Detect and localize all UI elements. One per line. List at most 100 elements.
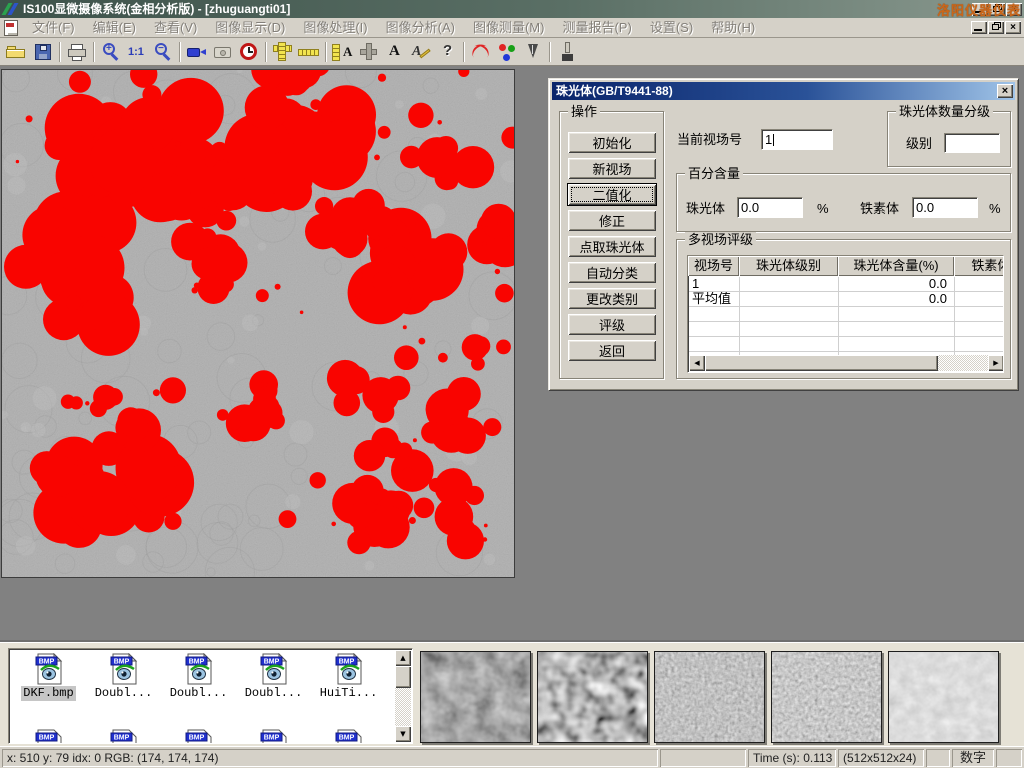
operation-button[interactable]: 点取珠光体 — [568, 236, 656, 257]
pearlite-percent-input[interactable]: 0.0 — [737, 197, 803, 218]
count-labels-icon[interactable] — [494, 40, 520, 64]
pen-tool-icon[interactable] — [520, 40, 546, 64]
current-view-label: 当前视场号 — [677, 132, 742, 147]
menu-item[interactable]: 测量报告(P) — [553, 18, 640, 38]
file-item[interactable]: BMP Doubl... — [86, 653, 161, 701]
open-file-icon[interactable] — [4, 40, 30, 64]
text-annotation-icon[interactable] — [382, 40, 408, 64]
metallographic-image-binarized[interactable] — [1, 69, 515, 578]
thumbnail-2[interactable] — [537, 651, 648, 743]
operation-button[interactable]: 修正 — [568, 210, 656, 231]
file-item[interactable]: BMP Doubl... — [161, 653, 236, 701]
thumbnail-5[interactable] — [888, 651, 999, 743]
table-row[interactable]: 平均值 0.0 — [689, 292, 1004, 307]
menu-item[interactable]: 图像分析(A) — [377, 18, 464, 38]
percent-group: 百分含量 珠光体 0.0 % 铁素体 0.0 % — [676, 173, 1011, 232]
thumbnail-3[interactable] — [654, 651, 765, 743]
operation-button[interactable]: 返回 — [568, 340, 656, 361]
dialog-title: 珠光体(GB/T9441-88) — [556, 82, 673, 100]
menu-item[interactable]: 图像显示(D) — [206, 18, 294, 38]
thumbnail-1[interactable] — [420, 651, 531, 743]
table-header-cell[interactable]: 铁素体含量(%) — [954, 256, 1004, 276]
file-item[interactable]: BMP — [236, 729, 311, 744]
curve-tool-icon[interactable] — [468, 40, 494, 64]
photo-capture-icon[interactable] — [210, 40, 236, 64]
scroll-right-button[interactable]: ▶ — [988, 355, 1004, 371]
mdi-minimize-button[interactable] — [971, 21, 987, 34]
operation-button[interactable]: 自动分类 — [568, 262, 656, 283]
menu-item[interactable]: 图像测量(M) — [464, 18, 554, 38]
file-item[interactable]: BMP Doubl... — [236, 653, 311, 701]
bmp-file-icon: BMP — [334, 729, 364, 744]
save-icon[interactable] — [30, 40, 56, 64]
merge-icon[interactable] — [356, 40, 382, 64]
table-row[interactable]: 1 0.0 — [689, 277, 1004, 292]
video-capture-icon[interactable] — [184, 40, 210, 64]
file-item[interactable]: BMP — [86, 729, 161, 744]
file-item[interactable]: BMP — [11, 729, 86, 744]
grade-input[interactable] — [944, 133, 1000, 153]
table-header-cell[interactable]: 珠光体级别 — [739, 256, 838, 276]
multiview-table: 视场号珠光体级别珠光体含量(%)铁素体含量(%) 1 0.0 — [687, 255, 1004, 373]
menu-items: 文件(F)编辑(E)查看(V)图像显示(D)图像处理(I)图像分析(A)图像测量… — [23, 18, 764, 38]
operation-button[interactable]: 新视场 — [568, 158, 656, 179]
bmp-file-icon: BMP — [109, 729, 139, 744]
help-icon[interactable] — [434, 40, 460, 64]
file-item[interactable]: BMP — [161, 729, 236, 744]
scroll-up-button[interactable]: ▲ — [395, 650, 411, 666]
scrollbar-thumb[interactable] — [705, 355, 938, 371]
file-list[interactable]: BMP DKF.bmp BMP — [8, 648, 413, 744]
dialog-close-button[interactable]: × — [997, 84, 1013, 98]
bmp-file-icon: BMP — [34, 729, 64, 744]
timer-icon[interactable] — [236, 40, 262, 64]
mdi-close-button[interactable]: × — [1005, 21, 1021, 34]
workspace: 珠光体(GB/T9441-88) × 操作 初始化新视场二值化修正点取珠光体自动… — [0, 66, 1024, 642]
status-coordinates: x: 510 y: 79 idx: 0 RGB: (174, 174, 174) — [2, 749, 658, 767]
mdi-restore-button[interactable] — [988, 21, 1004, 34]
file-item[interactable]: BMP HuiTi... — [311, 653, 386, 701]
svg-text:BMP: BMP — [188, 735, 204, 742]
file-item[interactable]: BMP DKF.bmp — [11, 653, 86, 701]
thumbnail-4[interactable] — [771, 651, 882, 743]
scrollbar-thumb[interactable] — [395, 666, 411, 688]
menu-item[interactable]: 帮助(H) — [702, 18, 764, 38]
menu-item[interactable]: 查看(V) — [145, 18, 206, 38]
operation-button[interactable]: 二值化 — [568, 184, 656, 205]
ferrite-percent-input[interactable]: 0.0 — [912, 197, 978, 218]
window-title: IS100显微摄像系统(金相分析版) - [zhuguangti01] — [23, 0, 290, 18]
zoom-in-icon[interactable] — [98, 40, 124, 64]
operation-button[interactable]: 评级 — [568, 314, 656, 335]
separator — [325, 42, 327, 62]
scroll-down-button[interactable]: ▼ — [395, 726, 411, 742]
ruler-horizontal-icon[interactable] — [296, 40, 322, 64]
menu-item[interactable]: 编辑(E) — [84, 18, 145, 38]
svg-text:BMP: BMP — [338, 735, 354, 742]
measure-label-icon[interactable] — [330, 40, 356, 64]
brush-tool-icon[interactable] — [554, 40, 580, 64]
actual-size-icon[interactable] — [124, 40, 150, 64]
table-body: 1 0.0 平均值 0.0 — [689, 277, 1004, 358]
ruler-cross-icon[interactable] — [270, 40, 296, 64]
ferrite-label: 铁素体 — [860, 201, 899, 216]
file-list-scrollbar[interactable]: ▲ ▼ — [395, 650, 411, 742]
bmp-file-icon: BMP — [109, 653, 139, 685]
text-style-icon[interactable] — [408, 40, 434, 64]
file-item[interactable]: BMP — [311, 729, 386, 744]
bmp-file-icon: BMP — [184, 653, 214, 685]
operation-button[interactable]: 初始化 — [568, 132, 656, 153]
dialog-title-bar[interactable]: 珠光体(GB/T9441-88) × — [552, 82, 1015, 100]
current-view-input[interactable]: 1 — [761, 129, 833, 150]
menu-item[interactable]: 图像处理(I) — [294, 18, 376, 38]
menu-item[interactable]: 文件(F) — [23, 18, 84, 38]
grading-group-label: 珠光体数量分级 — [896, 104, 993, 119]
zoom-out-icon[interactable] — [150, 40, 176, 64]
scroll-left-button[interactable]: ◀ — [689, 355, 705, 371]
table-header-cell[interactable]: 珠光体含量(%) — [838, 256, 954, 276]
table-header-cell[interactable]: 视场号 — [688, 256, 739, 276]
print-icon[interactable] — [64, 40, 90, 64]
operation-button[interactable]: 更改类别 — [568, 288, 656, 309]
menu-item[interactable]: 设置(S) — [641, 18, 702, 38]
pearlite-label: 珠光体 — [686, 201, 725, 216]
document-icon[interactable] — [4, 20, 18, 36]
table-horizontal-scrollbar[interactable]: ◀ ▶ — [689, 355, 1004, 371]
